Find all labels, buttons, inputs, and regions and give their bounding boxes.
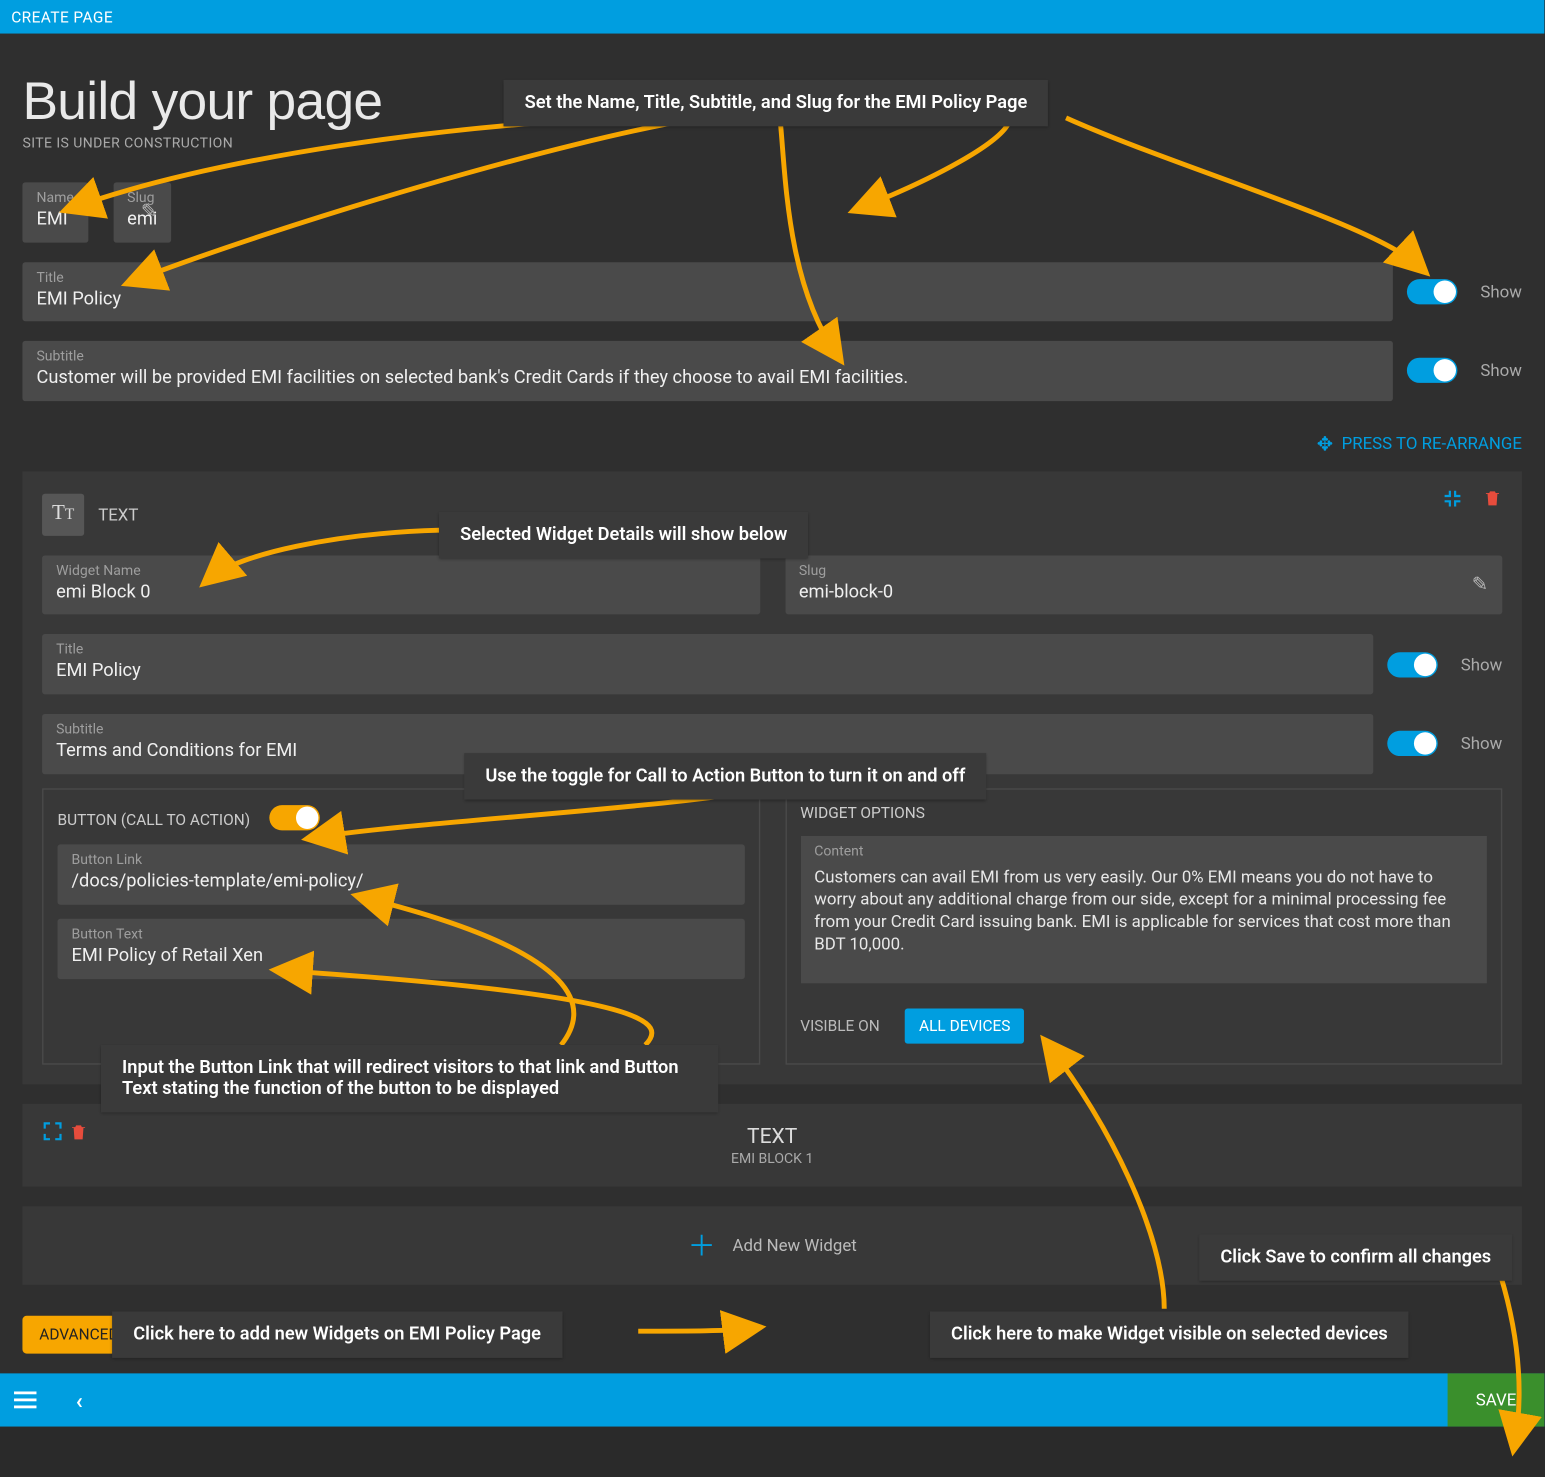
move-icon: ✥ xyxy=(1317,433,1333,455)
page-subtitle: SITE IS UNDER CONSTRUCTION xyxy=(22,136,1521,151)
widget-title-show: Show xyxy=(1461,655,1503,675)
annotation-callout: Input the Button Link that will redirect… xyxy=(101,1045,718,1112)
content-value: Customers can avail EMI from us very eas… xyxy=(814,865,1473,956)
cta-link-label: Button Link xyxy=(72,853,731,868)
subtitle-label: Subtitle xyxy=(36,350,1379,365)
cta-link-field[interactable]: Button Link /docs/policies-template/emi-… xyxy=(58,845,745,905)
annotation-callout: Selected Widget Details will show below xyxy=(439,512,808,558)
title-value: EMI Policy xyxy=(36,288,1379,310)
subtitle-show-toggle[interactable] xyxy=(1407,358,1457,383)
widget-title-field[interactable]: Title EMI Policy xyxy=(42,635,1374,695)
widget-type-label: TEXT xyxy=(98,505,138,525)
widget-name-field[interactable]: Widget Name emi Block 0 xyxy=(42,555,759,615)
widget-title-label: Title xyxy=(56,643,1360,658)
name-value: EMI xyxy=(36,209,73,231)
topbar-title: CREATE PAGE xyxy=(11,8,113,26)
pencil-icon[interactable]: ✎ xyxy=(141,201,157,223)
title-show-toggle[interactable] xyxy=(1407,279,1457,304)
expand-icon[interactable] xyxy=(42,1123,68,1148)
cta-text-label: Button Text xyxy=(72,927,731,942)
subtitle-value: Customer will be provided EMI facilities… xyxy=(36,368,1379,390)
bottombar: ‹ SAVE xyxy=(0,1374,1544,1427)
text-widget-icon: TT xyxy=(42,493,84,535)
cta-toggle[interactable] xyxy=(270,806,320,831)
options-heading: WIDGET OPTIONS xyxy=(800,803,1487,821)
name-field[interactable]: Name EMI xyxy=(22,182,87,242)
add-widget-label: Add New Widget xyxy=(732,1236,856,1256)
slug-field[interactable]: Slug emi ✎ xyxy=(113,182,171,242)
widget-slug-value: emi-block-0 xyxy=(799,582,1488,604)
annotation-callout: Click here to add new Widgets on EMI Pol… xyxy=(112,1312,562,1358)
subtitle-show-label: Show xyxy=(1480,361,1522,381)
annotation-callout: Click Save to confirm all changes xyxy=(1199,1234,1512,1280)
annotation-callout: Click here to make Widget visible on sel… xyxy=(930,1312,1409,1358)
visible-on-chip[interactable]: ALL DEVICES xyxy=(905,1009,1024,1044)
widget-title-value: EMI Policy xyxy=(56,661,1360,683)
widget-title-toggle[interactable] xyxy=(1388,652,1438,677)
pencil-icon[interactable]: ✎ xyxy=(1472,574,1488,596)
cta-text-field[interactable]: Button Text EMI Policy of Retail Xen xyxy=(58,919,745,979)
title-label: Title xyxy=(36,270,1379,285)
visible-on-label: VISIBLE ON xyxy=(800,1017,880,1035)
collapsed-title: TEXT xyxy=(42,1124,1502,1149)
trash-icon[interactable] xyxy=(1483,488,1503,515)
topbar: CREATE PAGE xyxy=(0,0,1544,34)
widget-slug-label: Slug xyxy=(799,564,1488,579)
widget-name-label: Widget Name xyxy=(56,564,745,579)
cta-link-value: /docs/policies-template/emi-policy/ xyxy=(72,872,731,894)
subtitle-field[interactable]: Subtitle Customer will be provided EMI f… xyxy=(22,341,1393,401)
title-show-label: Show xyxy=(1480,282,1522,302)
plus-icon: ＋ xyxy=(688,1232,716,1260)
app-root: CREATE PAGE Build your page SITE IS UNDE… xyxy=(0,0,1544,1427)
back-button[interactable]: ‹ xyxy=(76,1387,83,1414)
widget-options-panel: WIDGET OPTIONS Content Customers can ava… xyxy=(785,788,1502,1065)
menu-icon[interactable] xyxy=(14,1392,36,1409)
cta-heading: BUTTON (CALL TO ACTION) xyxy=(58,810,251,828)
trash-icon[interactable] xyxy=(68,1125,88,1147)
annotation-callout: Use the toggle for Call to Action Button… xyxy=(464,753,986,799)
title-field[interactable]: Title EMI Policy xyxy=(22,262,1393,322)
widget-subtitle-show: Show xyxy=(1461,734,1503,754)
annotation-callout: Set the Name, Title, Subtitle, and Slug … xyxy=(504,80,1049,126)
widget-panel-collapsed[interactable]: TEXT EMI BLOCK 1 xyxy=(22,1104,1521,1187)
save-button[interactable]: SAVE xyxy=(1448,1374,1545,1427)
collapse-icon[interactable] xyxy=(1442,488,1463,515)
rearrange-button[interactable]: ✥ PRESS TO RE-ARRANGE xyxy=(22,432,1521,454)
cta-panel: BUTTON (CALL TO ACTION) Button Link /doc… xyxy=(42,788,759,1065)
cta-text-value: EMI Policy of Retail Xen xyxy=(72,945,731,967)
main-panel: Build your page SITE IS UNDER CONSTRUCTI… xyxy=(0,34,1544,1374)
content-field[interactable]: Content Customers can avail EMI from us … xyxy=(800,835,1487,983)
name-label: Name xyxy=(36,191,73,206)
collapsed-sub: EMI BLOCK 1 xyxy=(42,1152,1502,1167)
widget-name-value: emi Block 0 xyxy=(56,582,745,604)
content-label: Content xyxy=(814,844,1473,859)
widget-subtitle-label: Subtitle xyxy=(56,722,1360,737)
widget-subtitle-toggle[interactable] xyxy=(1388,731,1438,756)
widget-slug-field[interactable]: Slug emi-block-0 ✎ xyxy=(785,555,1502,615)
